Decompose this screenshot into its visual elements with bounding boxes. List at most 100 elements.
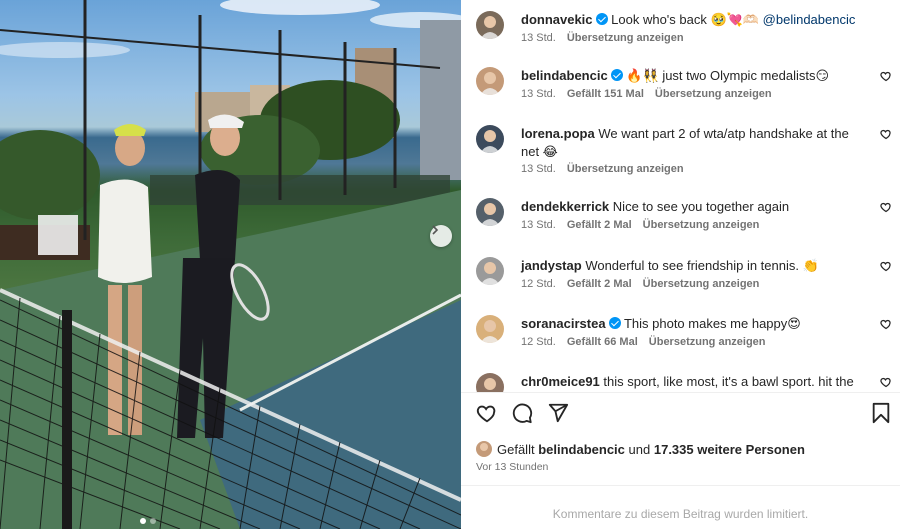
liker-avatar xyxy=(476,441,492,457)
avatar[interactable] xyxy=(476,11,504,39)
comment-text: lorena.popa We want part 2 of wta/atp ha… xyxy=(521,125,860,161)
heart-icon xyxy=(880,202,891,213)
comment-text: soranacirstea This photo makes me happy😍 xyxy=(521,315,860,333)
verified-badge-icon xyxy=(610,69,623,81)
likes-count[interactable]: 17.335 weitere Personen xyxy=(654,442,805,457)
comment-time[interactable]: 13 Std. xyxy=(521,163,556,175)
like-button[interactable] xyxy=(476,402,498,429)
comment-like-button[interactable] xyxy=(880,200,892,218)
comment-meta: 12 Std. Gefällt 66 Mal Übersetzung anzeige… xyxy=(521,336,777,348)
heart-icon xyxy=(880,319,891,330)
avatar-image xyxy=(476,373,504,392)
heart-icon xyxy=(880,71,891,82)
comment-list[interactable]: donnavekic Look who's back 🥹💘🫶🏻 @belinda… xyxy=(461,0,900,392)
comment-username[interactable]: jandystap xyxy=(521,258,582,273)
comment-username[interactable]: belindabencic xyxy=(521,68,608,83)
divider xyxy=(461,485,900,486)
comment-like-button[interactable] xyxy=(880,317,892,335)
carousel-dot xyxy=(150,518,156,524)
comment-username[interactable]: soranacirstea xyxy=(521,316,606,331)
save-button[interactable] xyxy=(871,402,891,429)
comment-text: chr0meice91 this sport, like most, it's … xyxy=(521,373,860,391)
avatar[interactable] xyxy=(476,198,504,226)
avatar[interactable] xyxy=(476,125,504,153)
carousel-indicator xyxy=(140,518,156,524)
post-timestamp[interactable]: Vor 13 Stunden xyxy=(476,461,548,473)
translate-link[interactable]: Übersetzung anzeigen xyxy=(567,32,684,44)
heart-icon xyxy=(880,129,891,140)
translate-link[interactable]: Übersetzung anzeigen xyxy=(643,219,760,231)
comment-time[interactable]: 13 Std. xyxy=(521,219,556,231)
comment-time[interactable]: 13 Std. xyxy=(521,32,556,44)
avatar-image xyxy=(476,441,492,457)
chevron-right-icon xyxy=(432,225,439,235)
comments-limited-notice: Kommentare zu diesem Beitrag wurden limi… xyxy=(552,507,809,521)
comment-meta: 13 Std. Gefällt 2 Mal Übersetzung anzeigen xyxy=(521,219,770,231)
photo-illustration xyxy=(0,0,461,529)
send-icon xyxy=(548,403,569,423)
comment-text: donnavekic Look who's back 🥹💘🫶🏻 @belinda… xyxy=(521,11,860,29)
translate-link[interactable]: Übersetzung anzeigen xyxy=(655,88,772,100)
comment-username[interactable]: dendekkerrick xyxy=(521,199,609,214)
avatar-image xyxy=(476,198,504,226)
heart-icon xyxy=(880,377,891,388)
comment-time[interactable]: 12 Std. xyxy=(521,278,556,290)
avatar[interactable] xyxy=(476,257,504,285)
likes-mid: und xyxy=(628,441,651,457)
comment-username[interactable]: chr0meice91 xyxy=(521,374,600,389)
avatar-image xyxy=(476,11,504,39)
verified-badge-icon xyxy=(608,317,621,329)
comment-button[interactable] xyxy=(511,402,533,429)
heart-icon xyxy=(880,261,891,272)
translate-link[interactable]: Übersetzung anzeigen xyxy=(643,278,760,290)
comment-likes[interactable]: Gefällt 2 Mal xyxy=(567,278,632,290)
comment-like-button[interactable] xyxy=(880,69,892,87)
post-side-panel: donnavekic Look who's back 🥹💘🫶🏻 @belinda… xyxy=(461,0,900,529)
avatar-image xyxy=(476,125,504,153)
comment-meta: 13 Std. Übersetzung anzeigen xyxy=(521,32,695,44)
likes-user[interactable]: belindabencic xyxy=(538,442,625,457)
comment-meta: 13 Std. Übersetzung anzeigen xyxy=(521,163,695,175)
action-bar xyxy=(461,400,900,430)
carousel-next-button[interactable] xyxy=(430,225,452,247)
comment-body: 🔥👯‍♀️ just two Olympic medalists😏 xyxy=(626,68,830,83)
likes-summary[interactable]: Gefällt belindabencic und 17.335 weitere… xyxy=(476,441,805,457)
comment-username[interactable]: lorena.popa xyxy=(521,126,595,141)
comment-time[interactable]: 13 Std. xyxy=(521,88,556,100)
comment-text: jandystap Wonderful to see friendship in… xyxy=(521,257,860,275)
comment-icon xyxy=(512,403,533,424)
comment-body: Wonderful to see friendship in tennis. 👏 xyxy=(585,258,819,273)
comment-meta: 12 Std. Gefällt 2 Mal Übersetzung anzeigen xyxy=(521,278,770,290)
avatar[interactable] xyxy=(476,67,504,95)
comment-body: Nice to see you together again xyxy=(612,199,790,214)
translate-link[interactable]: Übersetzung anzeigen xyxy=(649,336,766,348)
comment-like-button[interactable] xyxy=(880,127,892,145)
comment-likes[interactable]: Gefällt 66 Mal xyxy=(567,336,638,348)
likes-prefix: Gefällt xyxy=(497,441,535,457)
comment-likes[interactable]: Gefällt 151 Mal xyxy=(567,88,644,100)
comment-mention[interactable]: @belindabencic xyxy=(763,12,856,27)
translate-link[interactable]: Übersetzung anzeigen xyxy=(567,163,684,175)
comment-time[interactable]: 12 Std. xyxy=(521,336,556,348)
avatar[interactable] xyxy=(476,315,504,343)
comment-username[interactable]: donnavekic xyxy=(521,12,593,27)
bookmark-icon xyxy=(872,402,890,424)
comment-like-button[interactable] xyxy=(880,375,892,392)
comment-text: belindabencic 🔥👯‍♀️ just two Olympic med… xyxy=(521,67,860,85)
avatar[interactable] xyxy=(476,373,504,392)
post-photo[interactable] xyxy=(0,0,461,529)
comment-body: this sport, like most, it's a bawl sport… xyxy=(603,374,854,389)
avatar-image xyxy=(476,315,504,343)
carousel-dot xyxy=(140,518,146,524)
comment-meta: 13 Std. Gefällt 151 Mal Übersetzung anzeig… xyxy=(521,88,783,100)
comment-body: Look who's back 🥹💘🫶🏻 xyxy=(611,12,760,27)
avatar-image xyxy=(476,67,504,95)
divider xyxy=(461,392,900,393)
comment-like-button[interactable] xyxy=(880,259,892,277)
verified-badge-icon xyxy=(595,13,608,25)
comment-likes[interactable]: Gefällt 2 Mal xyxy=(567,219,632,231)
share-button[interactable] xyxy=(547,402,569,429)
heart-icon xyxy=(476,405,496,423)
comment-body: This photo makes me happy😍 xyxy=(623,316,801,331)
avatar-image xyxy=(476,257,504,285)
